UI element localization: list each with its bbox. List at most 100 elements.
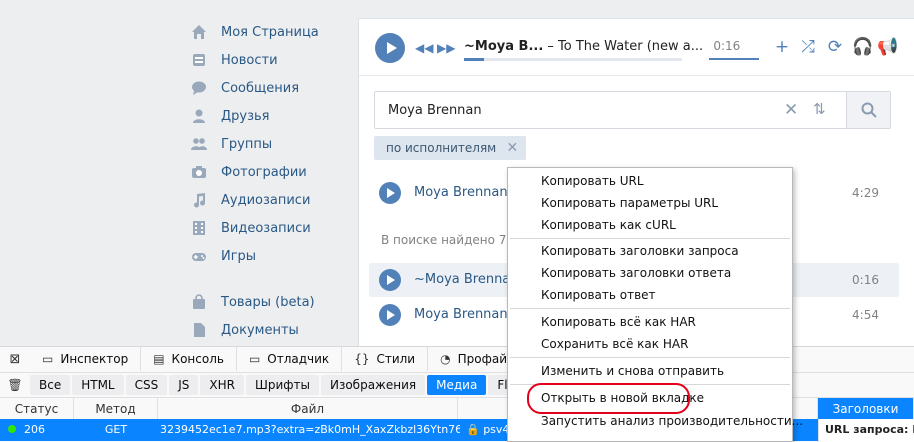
nav-item-label: Фотографии <box>221 164 307 180</box>
menu-copy-response[interactable]: Копировать ответ <box>508 284 792 306</box>
nav-item-label: Игры <box>221 248 257 264</box>
friend-icon <box>190 107 208 125</box>
filter-icon[interactable]: ⇅ <box>813 100 826 118</box>
now-playing-time: 0:16 <box>713 39 741 53</box>
console-icon: ▤ <box>153 352 165 366</box>
menu-copy-url[interactable]: Копировать URL <box>508 170 792 192</box>
nav-item-my-page[interactable]: Моя Страница <box>190 18 350 46</box>
request-method: GET <box>104 423 128 436</box>
trash-icon[interactable]: 🗑 <box>0 378 30 392</box>
play-button[interactable] <box>375 33 405 63</box>
menu-separator <box>510 238 790 239</box>
nav-item-news[interactable]: Новости <box>190 46 350 74</box>
row-play-icon[interactable] <box>379 304 401 326</box>
filter-media[interactable]: Медиа <box>427 374 487 395</box>
row-artist-link[interactable]: Moya Brennan <box>414 185 508 200</box>
nav-item-video[interactable]: Видеозаписи <box>190 214 350 242</box>
previous-track-icon[interactable]: ◀◀ <box>415 41 433 55</box>
row-play-icon[interactable] <box>379 182 401 204</box>
column-status[interactable]: Статус <box>0 397 74 420</box>
row-artist-link[interactable]: Moya Brennan <box>414 307 508 322</box>
filter-images[interactable]: Изображения <box>320 374 426 395</box>
repeat-icon[interactable]: ⟳ <box>826 37 844 57</box>
nav-item-label: Видеозаписи <box>221 220 311 236</box>
menu-copy-request-headers[interactable]: Копировать заголовки запроса <box>508 240 792 262</box>
nav-item-messages[interactable]: Сообщения <box>190 74 350 102</box>
volume-slider[interactable] <box>709 58 759 60</box>
clear-search-icon[interactable]: ✕ <box>784 100 798 120</box>
nav-item-label: Сообщения <box>221 80 300 96</box>
lock-icon: 🔒 <box>466 423 480 436</box>
request-details-pane: URL запроса: htt <box>818 419 914 442</box>
track-progress-fill <box>464 58 484 61</box>
nav-item-audio[interactable]: Аудиозаписи <box>190 186 350 214</box>
highlight-ring <box>527 383 690 414</box>
nav-item-label: Друзья <box>221 108 270 124</box>
remove-tag-icon[interactable]: ✕ <box>506 136 518 160</box>
filter-fonts[interactable]: Шрифты <box>246 374 319 395</box>
column-file[interactable]: Файл <box>158 397 458 420</box>
document-icon <box>190 321 208 339</box>
now-playing-title[interactable]: To The Water (new a... <box>558 39 703 54</box>
menu-copy-url-params[interactable]: Копировать параметры URL <box>508 192 792 214</box>
audio-search: ✕ ⇅ <box>374 91 891 129</box>
filter-all[interactable]: Все <box>30 374 71 395</box>
filter-tag[interactable]: по исполнителям ✕ <box>374 136 527 160</box>
broadcast-icon[interactable]: 📢 <box>877 37 898 57</box>
shuffle-icon[interactable]: ⤮ <box>799 37 817 57</box>
tab-label: Стили <box>376 352 416 366</box>
results-count: В поиске найдено 7 4 <box>381 233 518 247</box>
row-duration: 0:16 <box>852 273 879 287</box>
headphones-icon[interactable]: 🎧 <box>852 37 873 57</box>
nav-item-friends[interactable]: Друзья <box>190 102 350 130</box>
track-progress-bar[interactable] <box>464 58 682 61</box>
tab-debugger[interactable]: ▭ Отладчик <box>237 347 343 371</box>
tab-label: Профай <box>457 352 507 366</box>
filter-html[interactable]: HTML <box>72 374 124 395</box>
search-icon <box>861 102 877 118</box>
tab-label: Консоль <box>171 352 224 366</box>
audio-player: ◀◀ ▶▶ ~Moya B... – To The Water (new a..… <box>359 19 914 76</box>
add-icon[interactable]: + <box>773 37 791 57</box>
inspector-icon: ▭ <box>42 352 54 366</box>
request-file: 3239452ec1e7.mp3?extra=zBk0mH_XaxZkbzl36… <box>160 423 460 436</box>
tab-console[interactable]: ▤ Консоль <box>141 347 237 371</box>
search-button[interactable] <box>846 92 890 128</box>
menu-save-all-har[interactable]: Сохранить всё как HAR <box>508 333 792 355</box>
tab-label: Отладчик <box>267 352 330 366</box>
headers-tab-button[interactable]: Заголовки <box>818 397 914 420</box>
groups-icon <box>190 135 208 153</box>
column-method[interactable]: Метод <box>74 397 158 420</box>
next-track-icon[interactable]: ▶▶ <box>437 41 455 55</box>
filter-xhr[interactable]: XHR <box>200 374 244 395</box>
nav-item-photos[interactable]: Фотографии <box>190 158 350 186</box>
menu-separator <box>510 308 790 309</box>
news-icon <box>190 51 208 69</box>
pick-element-icon[interactable]: ⊠ <box>0 352 30 367</box>
filter-css[interactable]: CSS <box>125 374 168 395</box>
menu-copy-response-headers[interactable]: Копировать заголовки ответа <box>508 262 792 284</box>
row-play-icon[interactable] <box>379 269 401 291</box>
menu-edit-and-resend[interactable]: Изменить и снова отправить <box>508 360 792 382</box>
menu-copy-all-har[interactable]: Копировать всё как HAR <box>508 311 792 333</box>
tab-styles[interactable]: {} Стили <box>342 347 429 371</box>
nav-item-groups[interactable]: Группы <box>190 130 350 158</box>
filter-tag-label: по исполнителям <box>386 141 497 155</box>
nav-item-label: Аудиозаписи <box>221 192 311 208</box>
now-playing-separator: – <box>547 39 554 54</box>
status-ok-icon <box>8 425 16 433</box>
tab-inspector[interactable]: ▭ Инспектор <box>30 347 142 371</box>
nav-item-games[interactable]: Игры <box>190 242 350 270</box>
filter-js[interactable]: JS <box>169 374 199 395</box>
debugger-icon: ▭ <box>248 352 261 366</box>
row-artist-link[interactable]: ~Moya Brennan <box>414 272 519 287</box>
nav-item-goods[interactable]: Товары (beta) <box>190 288 350 316</box>
now-playing: ~Moya B... – To The Water (new a... 0:16 <box>464 39 740 54</box>
nav-item-label: Документы <box>221 322 299 338</box>
now-playing-artist[interactable]: ~Moya B... <box>464 39 543 54</box>
menu-copy-as-curl[interactable]: Копировать как cURL <box>508 214 792 236</box>
nav-item-documents[interactable]: Документы <box>190 316 350 344</box>
profiler-icon: ◔ <box>440 352 451 366</box>
gamepad-icon <box>190 247 208 265</box>
search-input[interactable] <box>375 92 848 128</box>
